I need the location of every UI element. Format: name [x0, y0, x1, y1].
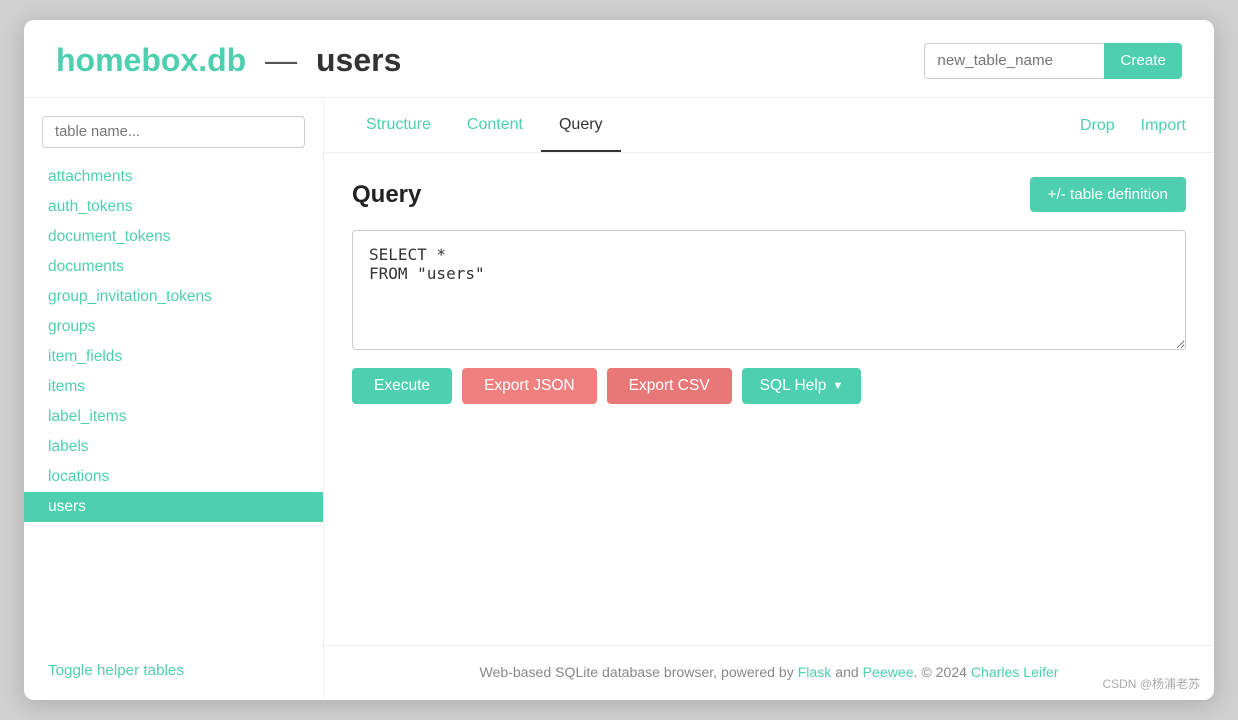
tabs-bar: Structure Content Query Drop Import	[324, 98, 1214, 153]
current-table-name: users	[316, 42, 401, 78]
sidebar-item-item-fields[interactable]: item_fields	[24, 342, 323, 372]
watermark: CSDN @杨浦老苏	[1102, 675, 1200, 692]
import-action[interactable]: Import	[1137, 99, 1190, 151]
brand-name: homebox.db	[56, 42, 246, 78]
table-definition-button[interactable]: +/- table definition	[1030, 177, 1186, 212]
sidebar-item-locations[interactable]: locations	[24, 462, 323, 492]
tab-structure[interactable]: Structure	[348, 98, 449, 152]
query-header: Query +/- table definition	[352, 177, 1186, 212]
query-title: Query	[352, 181, 421, 209]
tabs-right-actions: Drop Import	[1076, 99, 1190, 151]
sidebar-item-attachments[interactable]: attachments	[24, 162, 323, 192]
footer-text-after-peewee: . © 2024	[914, 664, 971, 680]
export-csv-button[interactable]: Export CSV	[607, 368, 732, 404]
sidebar-item-users[interactable]: users	[24, 492, 323, 522]
sql-help-button[interactable]: SQL Help	[742, 368, 862, 404]
footer-text-before-flask: Web-based SQLite database browser, power…	[479, 664, 797, 680]
new-table-input[interactable]	[924, 43, 1104, 79]
footer: Web-based SQLite database browser, power…	[324, 645, 1214, 698]
query-actions: Execute Export JSON Export CSV SQL Help	[352, 368, 1186, 404]
sidebar-table-list: attachments auth_tokens document_tokens …	[24, 162, 323, 644]
query-section: Query +/- table definition SELECT * FROM…	[324, 153, 1214, 645]
tab-content[interactable]: Content	[449, 98, 541, 152]
tab-query[interactable]: Query	[541, 98, 621, 152]
top-bar-right: Create	[924, 43, 1182, 79]
sidebar: attachments auth_tokens document_tokens …	[24, 98, 324, 698]
toggle-helper[interactable]: Toggle helper tables	[48, 662, 299, 680]
sidebar-item-auth-tokens[interactable]: auth_tokens	[24, 192, 323, 222]
footer-text-between: and	[831, 664, 862, 680]
main-layout: attachments auth_tokens document_tokens …	[24, 98, 1214, 698]
footer-peewee-link[interactable]: Peewee	[863, 664, 914, 680]
sidebar-item-groups[interactable]: groups	[24, 312, 323, 342]
sidebar-item-group-invitation-tokens[interactable]: group_invitation_tokens	[24, 282, 323, 312]
app-title: homebox.db — users	[56, 42, 401, 79]
footer-flask-link[interactable]: Flask	[798, 664, 832, 680]
create-button[interactable]: Create	[1104, 43, 1182, 79]
execute-button[interactable]: Execute	[352, 368, 452, 404]
sidebar-item-label-items[interactable]: label_items	[24, 402, 323, 432]
footer-author-link[interactable]: Charles Leifer	[971, 664, 1059, 680]
sidebar-item-items[interactable]: items	[24, 372, 323, 402]
sidebar-item-labels[interactable]: labels	[24, 432, 323, 462]
app-window: homebox.db — users Create attachments au…	[24, 20, 1214, 700]
sidebar-search-input[interactable]	[42, 116, 305, 148]
title-separator: —	[265, 42, 297, 78]
top-bar: homebox.db — users Create	[24, 20, 1214, 98]
export-json-button[interactable]: Export JSON	[462, 368, 597, 404]
drop-action[interactable]: Drop	[1076, 99, 1119, 151]
content-area: Structure Content Query Drop Import Quer…	[324, 98, 1214, 698]
query-textarea[interactable]: SELECT * FROM "users"	[352, 230, 1186, 350]
sidebar-item-documents[interactable]: documents	[24, 252, 323, 282]
sidebar-item-document-tokens[interactable]: document_tokens	[24, 222, 323, 252]
